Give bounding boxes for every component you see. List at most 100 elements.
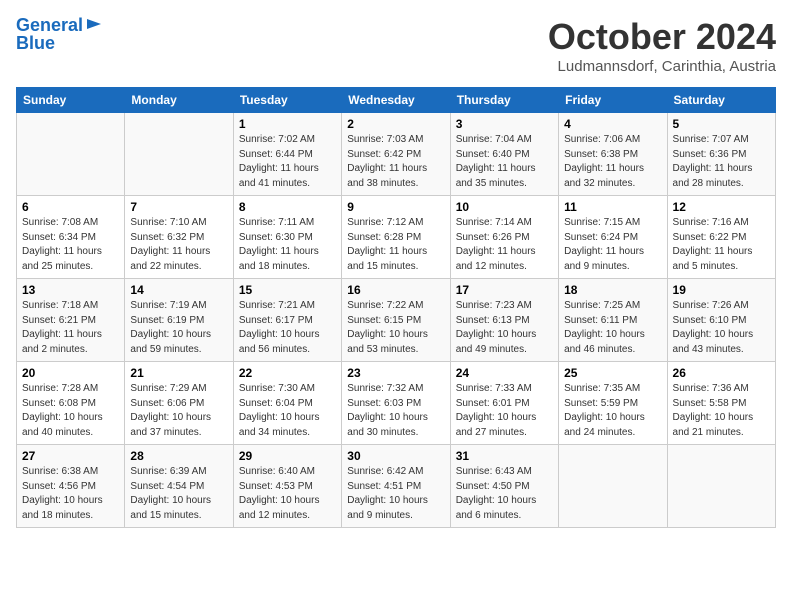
day-number: 1 xyxy=(239,117,336,131)
day-info: Sunrise: 7:29 AM Sunset: 6:06 PM Dayligh… xyxy=(130,382,227,440)
calendar-cell: 6 Sunrise: 7:08 AM Sunset: 6:34 PM Daylig… xyxy=(17,196,125,279)
weekday-header: Thursday xyxy=(450,88,558,113)
day-number: 19 xyxy=(673,283,770,297)
calendar-cell: 24 Sunrise: 7:33 AM Sunset: 6:01 PM Dayli… xyxy=(450,362,558,445)
logo-icon xyxy=(85,15,103,33)
calendar-cell: 11 Sunrise: 7:15 AM Sunset: 6:24 PM Dayli… xyxy=(559,196,667,279)
day-number: 30 xyxy=(347,449,444,463)
calendar-cell: 18 Sunrise: 7:25 AM Sunset: 6:11 PM Dayli… xyxy=(559,279,667,362)
day-number: 2 xyxy=(347,117,444,131)
day-info: Sunrise: 7:23 AM Sunset: 6:13 PM Dayligh… xyxy=(456,299,553,357)
day-info: Sunrise: 7:15 AM Sunset: 6:24 PM Dayligh… xyxy=(564,216,661,274)
calendar-cell xyxy=(559,445,667,528)
day-info: Sunrise: 7:21 AM Sunset: 6:17 PM Dayligh… xyxy=(239,299,336,357)
day-info: Sunrise: 7:02 AM Sunset: 6:44 PM Dayligh… xyxy=(239,133,336,191)
day-number: 14 xyxy=(130,283,227,297)
title-area: October 2024 Ludmannsdorf, Carinthia, Au… xyxy=(548,16,776,75)
calendar-cell: 2Sunrise: 7:03 AM Sunset: 6:42 PM Daylig… xyxy=(342,113,450,196)
calendar-cell: 26 Sunrise: 7:36 AM Sunset: 5:58 PM Dayli… xyxy=(667,362,775,445)
day-number: 6 xyxy=(22,200,119,214)
day-info: Sunrise: 7:08 AM Sunset: 6:34 PM Dayligh… xyxy=(22,216,119,274)
month-title: October 2024 xyxy=(548,16,776,58)
day-info: Sunrise: 7:30 AM Sunset: 6:04 PM Dayligh… xyxy=(239,382,336,440)
day-info: Sunrise: 7:12 AM Sunset: 6:28 PM Dayligh… xyxy=(347,216,444,274)
calendar-week-row: 6 Sunrise: 7:08 AM Sunset: 6:34 PM Daylig… xyxy=(17,196,776,279)
day-number: 23 xyxy=(347,366,444,380)
day-number: 27 xyxy=(22,449,119,463)
day-number: 22 xyxy=(239,366,336,380)
calendar-cell: 15 Sunrise: 7:21 AM Sunset: 6:17 PM Dayli… xyxy=(233,279,341,362)
calendar-week-row: 20Sunrise: 7:28 AM Sunset: 6:08 PM Dayli… xyxy=(17,362,776,445)
weekday-header: Monday xyxy=(125,88,233,113)
weekday-header: Friday xyxy=(559,88,667,113)
day-info: Sunrise: 7:11 AM Sunset: 6:30 PM Dayligh… xyxy=(239,216,336,274)
calendar-cell: 29 Sunrise: 6:40 AM Sunset: 4:53 PM Dayli… xyxy=(233,445,341,528)
calendar-cell: 23Sunrise: 7:32 AM Sunset: 6:03 PM Dayli… xyxy=(342,362,450,445)
weekday-header: Saturday xyxy=(667,88,775,113)
calendar-cell: 28Sunrise: 6:39 AM Sunset: 4:54 PM Dayli… xyxy=(125,445,233,528)
day-number: 11 xyxy=(564,200,661,214)
calendar-cell: 12Sunrise: 7:16 AM Sunset: 6:22 PM Dayli… xyxy=(667,196,775,279)
calendar-cell: 3Sunrise: 7:04 AM Sunset: 6:40 PM Daylig… xyxy=(450,113,558,196)
calendar-cell xyxy=(17,113,125,196)
calendar-cell: 17Sunrise: 7:23 AM Sunset: 6:13 PM Dayli… xyxy=(450,279,558,362)
day-number: 9 xyxy=(347,200,444,214)
calendar-cell xyxy=(125,113,233,196)
day-number: 4 xyxy=(564,117,661,131)
calendar-cell: 22 Sunrise: 7:30 AM Sunset: 6:04 PM Dayli… xyxy=(233,362,341,445)
calendar-cell: 10Sunrise: 7:14 AM Sunset: 6:26 PM Dayli… xyxy=(450,196,558,279)
day-info: Sunrise: 7:19 AM Sunset: 6:19 PM Dayligh… xyxy=(130,299,227,357)
day-info: Sunrise: 7:35 AM Sunset: 5:59 PM Dayligh… xyxy=(564,382,661,440)
day-number: 25 xyxy=(564,366,661,380)
day-info: Sunrise: 7:18 AM Sunset: 6:21 PM Dayligh… xyxy=(22,299,119,357)
calendar-cell: 13 Sunrise: 7:18 AM Sunset: 6:21 PM Dayli… xyxy=(17,279,125,362)
day-info: Sunrise: 7:26 AM Sunset: 6:10 PM Dayligh… xyxy=(673,299,770,357)
logo-blue: Blue xyxy=(16,34,55,54)
day-info: Sunrise: 7:22 AM Sunset: 6:15 PM Dayligh… xyxy=(347,299,444,357)
day-number: 24 xyxy=(456,366,553,380)
calendar-cell: 16 Sunrise: 7:22 AM Sunset: 6:15 PM Dayli… xyxy=(342,279,450,362)
day-info: Sunrise: 7:36 AM Sunset: 5:58 PM Dayligh… xyxy=(673,382,770,440)
calendar-cell: 1 Sunrise: 7:02 AM Sunset: 6:44 PM Daylig… xyxy=(233,113,341,196)
location: Ludmannsdorf, Carinthia, Austria xyxy=(548,58,776,75)
weekday-header-row: SundayMondayTuesdayWednesdayThursdayFrid… xyxy=(17,88,776,113)
calendar-cell: 5 Sunrise: 7:07 AM Sunset: 6:36 PM Daylig… xyxy=(667,113,775,196)
day-number: 18 xyxy=(564,283,661,297)
calendar-cell: 4 Sunrise: 7:06 AM Sunset: 6:38 PM Daylig… xyxy=(559,113,667,196)
weekday-header: Sunday xyxy=(17,88,125,113)
day-info: Sunrise: 6:42 AM Sunset: 4:51 PM Dayligh… xyxy=(347,465,444,523)
day-number: 3 xyxy=(456,117,553,131)
day-info: Sunrise: 6:40 AM Sunset: 4:53 PM Dayligh… xyxy=(239,465,336,523)
calendar-week-row: 27 Sunrise: 6:38 AM Sunset: 4:56 PM Dayli… xyxy=(17,445,776,528)
page-header: General Blue October 2024 Ludmannsdorf, … xyxy=(16,16,776,75)
calendar-cell: 21 Sunrise: 7:29 AM Sunset: 6:06 PM Dayli… xyxy=(125,362,233,445)
calendar-cell: 19 Sunrise: 7:26 AM Sunset: 6:10 PM Dayli… xyxy=(667,279,775,362)
day-info: Sunrise: 7:33 AM Sunset: 6:01 PM Dayligh… xyxy=(456,382,553,440)
day-number: 21 xyxy=(130,366,227,380)
day-info: Sunrise: 6:38 AM Sunset: 4:56 PM Dayligh… xyxy=(22,465,119,523)
day-number: 12 xyxy=(673,200,770,214)
calendar-week-row: 1 Sunrise: 7:02 AM Sunset: 6:44 PM Daylig… xyxy=(17,113,776,196)
calendar-cell: 25 Sunrise: 7:35 AM Sunset: 5:59 PM Dayli… xyxy=(559,362,667,445)
day-number: 29 xyxy=(239,449,336,463)
day-number: 31 xyxy=(456,449,553,463)
logo: General Blue xyxy=(16,16,103,54)
calendar-cell: 27 Sunrise: 6:38 AM Sunset: 4:56 PM Dayli… xyxy=(17,445,125,528)
day-info: Sunrise: 6:43 AM Sunset: 4:50 PM Dayligh… xyxy=(456,465,553,523)
day-number: 26 xyxy=(673,366,770,380)
day-info: Sunrise: 7:28 AM Sunset: 6:08 PM Dayligh… xyxy=(22,382,119,440)
day-number: 5 xyxy=(673,117,770,131)
day-info: Sunrise: 7:07 AM Sunset: 6:36 PM Dayligh… xyxy=(673,133,770,191)
day-info: Sunrise: 7:06 AM Sunset: 6:38 PM Dayligh… xyxy=(564,133,661,191)
calendar-cell: 20Sunrise: 7:28 AM Sunset: 6:08 PM Dayli… xyxy=(17,362,125,445)
day-number: 15 xyxy=(239,283,336,297)
weekday-header: Tuesday xyxy=(233,88,341,113)
day-number: 16 xyxy=(347,283,444,297)
calendar-cell: 30 Sunrise: 6:42 AM Sunset: 4:51 PM Dayli… xyxy=(342,445,450,528)
day-info: Sunrise: 7:25 AM Sunset: 6:11 PM Dayligh… xyxy=(564,299,661,357)
day-number: 13 xyxy=(22,283,119,297)
calendar-cell: 8Sunrise: 7:11 AM Sunset: 6:30 PM Daylig… xyxy=(233,196,341,279)
day-number: 10 xyxy=(456,200,553,214)
day-number: 28 xyxy=(130,449,227,463)
calendar-cell: 31 Sunrise: 6:43 AM Sunset: 4:50 PM Dayli… xyxy=(450,445,558,528)
